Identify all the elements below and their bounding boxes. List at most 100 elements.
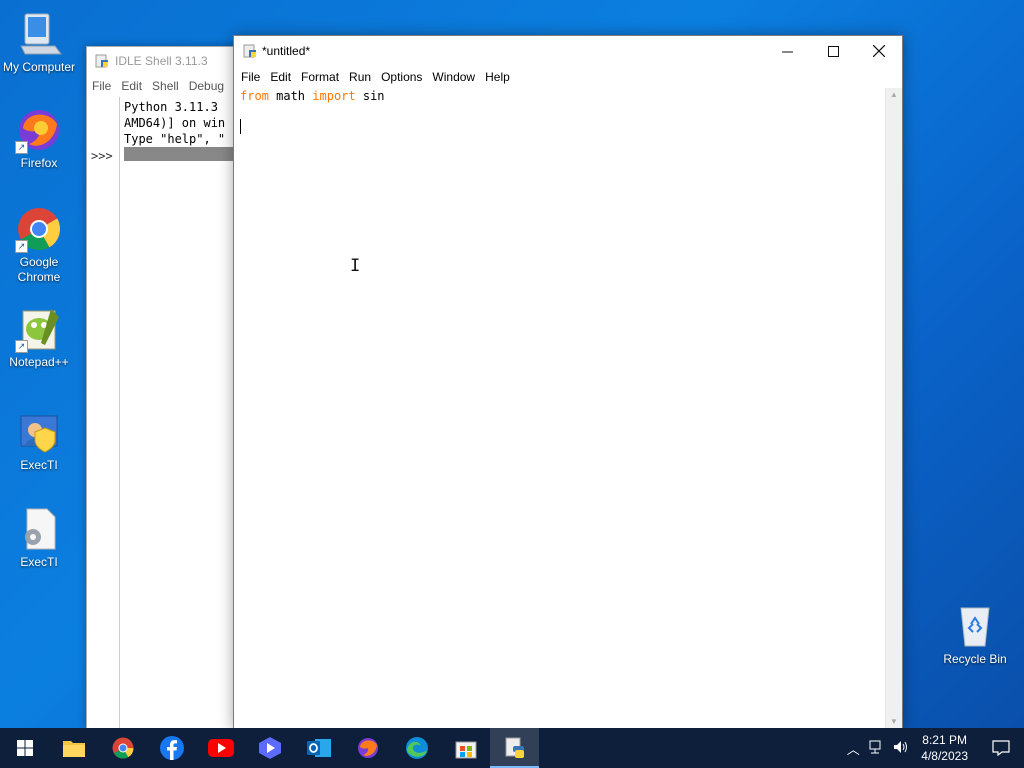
file-explorer-icon [62,741,85,757]
execti-shield-icon [15,408,63,456]
chevron-up-icon[interactable]: ︿ [841,739,865,758]
shell-title: IDLE Shell 3.11.3 [115,54,208,68]
taskbar-youtube[interactable] [196,728,245,768]
start-button[interactable] [0,728,49,768]
desktop-icon-google-chrome[interactable]: ↗ Google Chrome [0,205,78,285]
shell-output-area[interactable]: >>> Python 3.11.3 AMD64)] on win Type "hel… [87,97,247,729]
computer-icon [15,10,63,58]
shortcut-arrow-icon: ↗ [15,340,28,353]
taskbar-chrome[interactable] [98,728,147,768]
maximize-icon [827,45,839,57]
editor-menu-edit[interactable]: Edit [265,70,296,84]
desktop-icon-label: My Computer [2,60,76,74]
editor-menu-window[interactable]: Window [427,70,480,84]
firefox-icon: ↗ [15,106,63,154]
notepad-plus-plus-icon: ↗ [15,305,63,353]
taskbar-outlook[interactable] [294,728,343,768]
code-editor-area[interactable]: from math import sin [234,88,886,729]
code-identifier: math [268,89,313,103]
minimize-icon [781,51,793,52]
editor-menu-file[interactable]: File [236,70,265,84]
code-keyword: import [312,89,356,103]
desktop-icon-execti-1[interactable]: ExecTI [0,408,78,473]
desktop-icon-notepad-plus-plus[interactable]: ↗ Notepad++ [0,305,78,370]
taskbar-edge[interactable] [392,728,441,768]
shell-line: AMD64)] on win [124,116,226,130]
text-caret [240,119,241,134]
close-button[interactable] [856,36,902,66]
recycle-bin-icon [951,602,999,650]
shortcut-arrow-icon: ↗ [15,141,28,154]
idle-app-icon [243,44,256,58]
desktop-icon-my-computer[interactable]: My Computer [0,10,78,75]
scroll-up-icon[interactable]: ▲ [886,88,902,102]
clock-date: 4/8/2023 [921,749,968,763]
idle-editor-window[interactable]: *untitled* File Edit Format Run Options … [233,35,903,730]
editor-menu-options[interactable]: Options [376,70,427,84]
clock-time: 8:21 PM [922,733,967,747]
window-controls [764,36,902,66]
desktop-icon-label: Firefox [20,156,58,170]
desktop-icon-label: ExecTI [20,555,58,569]
idle-shell-window[interactable]: IDLE Shell 3.11.3 File Edit Shell Debug … [86,46,248,730]
action-center-button[interactable] [978,728,1024,768]
shell-titlebar[interactable]: IDLE Shell 3.11.3 [87,47,247,75]
shell-banner: Python 3.11.3 AMD64)] on win Type "help", … [124,99,225,147]
editor-title: *untitled* [262,44,311,58]
taskbar-video-editor[interactable] [245,728,294,768]
firefox-icon [357,738,378,758]
minimize-button[interactable] [764,36,810,66]
video-editor-icon [258,737,281,759]
idle-app-icon [95,54,108,68]
taskbar-file-explorer[interactable] [49,728,98,768]
shell-prompt-gutter: >>> [87,97,120,729]
shell-line: Type "help", " [124,132,226,146]
shell-menu-debug[interactable]: Debug [184,79,229,93]
taskbar-facebook[interactable] [147,728,196,768]
system-tray: ︿ 8:21 PM 4/8/2023 [841,728,1024,768]
code-keyword: from [240,89,269,103]
volume-icon[interactable] [889,740,913,757]
shell-menu-shell[interactable]: Shell [147,79,184,93]
editor-menu-help[interactable]: Help [480,70,515,84]
store-icon [455,741,476,759]
taskbar-python-idle[interactable] [490,728,539,768]
shell-menu-edit[interactable]: Edit [116,79,147,93]
desktop-icon-firefox[interactable]: ↗ Firefox [0,106,78,171]
shell-line: Python 3.11.3 [124,100,218,114]
notification-icon [992,740,1010,756]
shell-menubar: File Edit Shell Debug [87,75,247,97]
desktop-icon-label: Recycle Bin [943,652,1007,666]
desktop-icon-execti-2[interactable]: ExecTI [0,505,78,570]
code-identifier: sin [355,89,385,103]
editor-vertical-scrollbar[interactable]: ▲ ▼ [885,88,902,729]
scroll-down-icon[interactable]: ▼ [886,715,902,729]
editor-menu-format[interactable]: Format [296,70,344,84]
editor-titlebar[interactable]: *untitled* [234,36,902,66]
facebook-icon [159,736,184,760]
editor-menubar: File Edit Format Run Options Window Help [234,66,902,88]
taskbar-store[interactable] [441,728,490,768]
editor-menu-run[interactable]: Run [344,70,376,84]
shell-prompt: >>> [91,149,113,163]
network-icon[interactable] [865,740,889,757]
outlook-icon [306,739,331,757]
shell-menu-file[interactable]: File [87,79,116,93]
desktop-icon-label: ExecTI [20,458,58,472]
start-icon [16,740,33,756]
shell-current-line-highlight [124,147,247,161]
taskbar-clock[interactable]: 8:21 PM 4/8/2023 [913,732,978,764]
taskbar-firefox[interactable] [343,728,392,768]
python-idle-icon [505,737,524,758]
desktop-icon-label: Google Chrome [17,255,61,284]
maximize-button[interactable] [810,36,856,66]
close-icon [873,45,885,57]
desktop-icon-recycle-bin[interactable]: Recycle Bin [936,602,1014,667]
shortcut-arrow-icon: ↗ [15,240,28,253]
chrome-icon [112,737,133,759]
taskbar: ︿ 8:21 PM 4/8/2023 [0,728,1024,768]
edge-icon [405,737,428,759]
code-line: from math import sin [240,89,385,103]
desktop-icon-label: Notepad++ [9,355,69,369]
chrome-icon: ↗ [15,205,63,253]
